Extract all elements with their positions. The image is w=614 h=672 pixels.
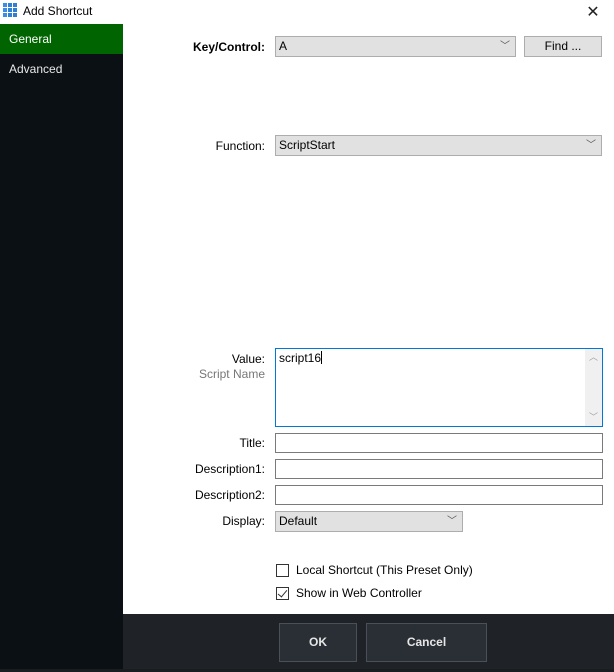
- cancel-button[interactable]: Cancel: [366, 623, 487, 662]
- description1-label: Description1:: [194, 462, 265, 476]
- key-control-label: Key/Control:: [193, 40, 265, 54]
- app-grid-icon: [3, 3, 19, 19]
- function-value: ScriptStart: [279, 138, 336, 152]
- value-label: Value:: [231, 352, 265, 366]
- text-caret: [321, 351, 323, 364]
- value-text: script16: [279, 351, 322, 365]
- ok-button[interactable]: OK: [279, 623, 357, 662]
- title-label: Title:: [239, 436, 265, 450]
- description2-input[interactable]: [275, 485, 603, 505]
- sidebar-item-general[interactable]: General: [0, 24, 123, 54]
- key-control-dropdown[interactable]: A ﹀: [275, 36, 516, 57]
- title-input[interactable]: [275, 433, 603, 453]
- close-icon: ✕: [586, 4, 600, 21]
- description2-label: Description2:: [194, 488, 265, 502]
- value-textarea[interactable]: script16 ︿ ﹀: [275, 348, 603, 427]
- local-shortcut-checkbox-row[interactable]: Local Shortcut (This Preset Only): [276, 563, 473, 577]
- display-dropdown[interactable]: Default ﹀: [275, 511, 463, 532]
- scroll-up-icon[interactable]: ︿: [585, 349, 602, 366]
- dialog-footer: OK Cancel: [123, 614, 614, 672]
- local-shortcut-checkbox[interactable]: [276, 563, 289, 577]
- display-value: Default: [279, 514, 318, 528]
- title-bar: Add Shortcut ✕: [0, 0, 614, 24]
- value-scrollbar[interactable]: ︿ ﹀: [585, 349, 602, 426]
- key-control-value: A: [279, 39, 288, 53]
- scroll-down-icon[interactable]: ﹀: [585, 409, 602, 426]
- find-button[interactable]: Find ...: [524, 36, 602, 57]
- show-web-controller-checkbox[interactable]: [276, 586, 289, 600]
- description1-input[interactable]: [275, 459, 603, 479]
- function-dropdown[interactable]: ScriptStart ﹀: [275, 135, 602, 156]
- show-web-controller-checkbox-row[interactable]: Show in Web Controller: [276, 586, 422, 600]
- sidebar-item-advanced[interactable]: Advanced: [0, 54, 123, 84]
- chevron-down-icon: ﹀: [447, 516, 457, 527]
- close-button[interactable]: ✕: [578, 0, 608, 24]
- script-name-hint: Script Name: [198, 367, 265, 381]
- window-title: Add Shortcut: [23, 4, 93, 18]
- chevron-down-icon: ﹀: [500, 41, 510, 52]
- sidebar: General Advanced: [0, 24, 123, 672]
- show-web-controller-label: Show in Web Controller: [296, 586, 422, 600]
- display-label: Display:: [222, 514, 265, 528]
- form-panel: Key/Control: A ﹀ Find ... Function: Scri…: [123, 24, 614, 614]
- chevron-down-icon: ﹀: [586, 140, 596, 151]
- function-label: Function:: [215, 139, 265, 153]
- local-shortcut-label: Local Shortcut (This Preset Only): [296, 563, 473, 577]
